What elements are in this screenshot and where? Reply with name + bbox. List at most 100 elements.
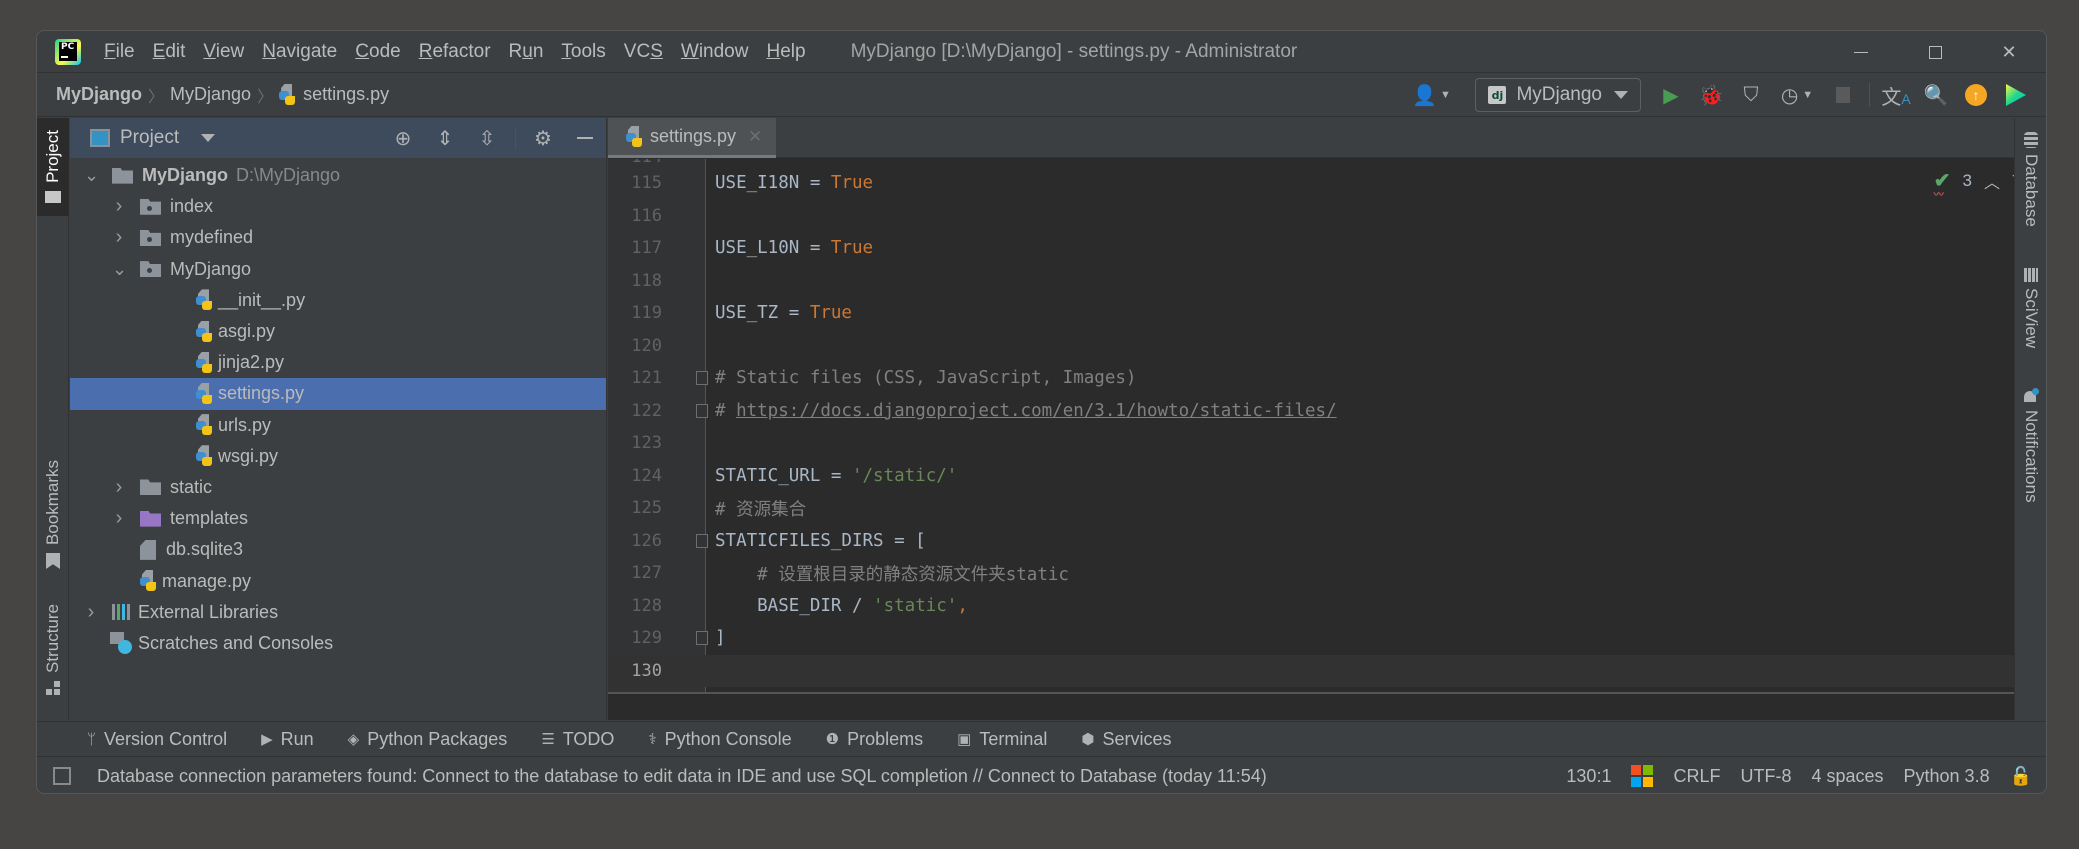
coverage-button[interactable]: ⛉ (1731, 77, 1771, 113)
tree-item[interactable]: wsgi.py (70, 441, 606, 472)
menu-file[interactable]: File (95, 41, 144, 63)
minimize-button[interactable] (1824, 31, 1898, 73)
code-link[interactable]: https://docs.djangoproject.com/en/3.1/ho… (736, 401, 1337, 421)
tool-tab-bookmarks[interactable]: Bookmarks (37, 460, 69, 590)
editor-tab-settings[interactable]: settings.py ✕ (608, 118, 776, 158)
line-number[interactable]: 123 (618, 433, 662, 453)
menu-run[interactable]: Run (500, 41, 553, 63)
tool-window-python-console[interactable]: ⚕ Python Console (648, 729, 791, 750)
file-encoding[interactable]: UTF-8 (1740, 766, 1791, 787)
debug-button[interactable]: 🐞 (1691, 77, 1731, 113)
stop-button[interactable] (1823, 77, 1863, 113)
tree-item[interactable]: __init__.py (70, 285, 606, 316)
line-number[interactable]: 129 (618, 628, 662, 648)
chevron-right-icon[interactable]: › (112, 226, 126, 249)
tree-item[interactable]: › index (70, 191, 606, 222)
expand-all-button[interactable]: ⇕ (424, 118, 466, 158)
menu-help[interactable]: Help (757, 41, 814, 63)
breadcrumb-file[interactable]: settings.py (303, 84, 389, 105)
tool-window-python-packages[interactable]: ◈ Python Packages (348, 729, 508, 750)
tool-tab-database[interactable]: Database (2015, 132, 2046, 227)
line-number[interactable]: 118 (618, 271, 662, 291)
maximize-button[interactable] (1898, 31, 1972, 73)
tree-item[interactable]: asgi.py (70, 316, 606, 347)
line-number[interactable]: 130 (618, 661, 662, 681)
search-everywhere-button[interactable]: 🔍 (1916, 77, 1956, 113)
chevron-right-icon[interactable]: › (112, 195, 126, 218)
tree-item[interactable]: › templates (70, 503, 606, 534)
chevron-right-icon[interactable]: › (112, 507, 126, 530)
line-number[interactable]: 124 (618, 466, 662, 486)
tool-window-version-control[interactable]: ᛘ Version Control (87, 729, 227, 750)
caret-position[interactable]: 130:1 (1566, 766, 1611, 787)
breadcrumb-package[interactable]: MyDjango (170, 84, 251, 105)
tool-window-terminal[interactable]: ▣ Terminal (957, 729, 1047, 750)
tool-window-run[interactable]: ▶ Run (261, 729, 314, 750)
tree-item[interactable]: manage.py (70, 565, 606, 596)
fold-marker-icon[interactable] (696, 533, 708, 548)
menu-view[interactable]: View (194, 41, 253, 63)
tool-tab-notifications[interactable]: Notifications (2015, 388, 2046, 503)
chevron-right-icon[interactable]: › (84, 601, 98, 624)
tree-item[interactable]: › mydefined (70, 222, 606, 253)
chevron-down-icon[interactable]: ⌄ (84, 165, 99, 186)
chevron-down-icon[interactable]: ⌄ (112, 259, 127, 280)
menu-code[interactable]: Code (346, 41, 409, 63)
tree-item[interactable]: urls.py (70, 410, 606, 441)
line-separator[interactable]: CRLF (1673, 766, 1720, 787)
menu-navigate[interactable]: Navigate (253, 41, 346, 63)
line-number[interactable]: 116 (618, 206, 662, 226)
indent-setting[interactable]: 4 spaces (1811, 766, 1883, 787)
panel-settings-button[interactable]: ⚙ (522, 118, 564, 158)
line-number[interactable]: 122 (618, 401, 662, 421)
line-number[interactable]: 128 (618, 596, 662, 616)
status-message[interactable]: Database connection parameters found: Co… (97, 766, 1267, 787)
tree-item[interactable]: settings.py (70, 378, 606, 410)
project-panel-title[interactable]: Project (120, 127, 179, 149)
tool-window-services[interactable]: ⬢ Services (1081, 729, 1171, 750)
close-window-button[interactable]: ✕ (1972, 31, 2046, 73)
tree-item[interactable]: › External Libraries (70, 597, 606, 628)
toggle-tool-windows-icon[interactable] (53, 767, 71, 785)
tool-window-problems[interactable]: ❶ Problems (826, 729, 923, 750)
menu-window[interactable]: Window (672, 41, 758, 63)
chevron-down-icon[interactable] (201, 134, 216, 142)
menu-edit[interactable]: Edit (144, 41, 195, 63)
fold-marker-icon[interactable] (696, 371, 708, 386)
unlock-icon[interactable]: 🔓 (2010, 766, 2032, 787)
tool-tab-structure[interactable]: Structure (37, 604, 69, 714)
menu-vcs[interactable]: VCS (615, 41, 672, 63)
close-tab-icon[interactable]: ✕ (748, 127, 762, 147)
line-number[interactable]: 121 (618, 368, 662, 388)
tool-window-todo[interactable]: ☰ TODO (541, 729, 614, 750)
line-number[interactable]: 125 (618, 498, 662, 518)
line-number[interactable]: 117 (618, 238, 662, 258)
line-number[interactable]: 120 (618, 336, 662, 356)
line-number[interactable]: 126 (618, 531, 662, 551)
toolbox-button[interactable] (1996, 77, 2036, 113)
translate-button[interactable]: 文A (1876, 77, 1916, 113)
tree-item[interactable]: › static (70, 472, 606, 503)
tool-tab-project[interactable]: Project (37, 118, 69, 216)
tree-item[interactable]: ⌄ MyDjango (70, 254, 606, 285)
run-button[interactable]: ▶ (1651, 77, 1691, 113)
line-number[interactable]: 115 (618, 173, 662, 193)
tree-item[interactable]: ⌄ MyDjango D:\MyDjango (70, 160, 606, 191)
line-number[interactable]: 127 (618, 563, 662, 583)
collapse-all-button[interactable]: ⇳ (466, 118, 508, 158)
fold-marker-icon[interactable] (696, 403, 708, 418)
select-opened-file-button[interactable]: ⊕ (382, 118, 424, 158)
tree-item[interactable]: db.sqlite3 (70, 534, 606, 565)
profile-button[interactable]: ◷ ▼ (1771, 77, 1823, 113)
tool-tab-sciview[interactable]: SciView (2015, 268, 2046, 348)
code-editor[interactable]: 114 115 USE_I18N = True 116 117 USE_L10N = T… (608, 159, 2046, 692)
run-configuration-select[interactable]: dj MyDjango (1475, 78, 1641, 112)
user-icon[interactable]: 👤 ▼ (1405, 77, 1457, 113)
hide-panel-button[interactable] (564, 118, 606, 158)
menu-tools[interactable]: Tools (552, 41, 614, 63)
python-interpreter[interactable]: Python 3.8 (1904, 766, 1990, 787)
tree-item[interactable]: Scratches and Consoles (70, 628, 606, 659)
windows-logo-icon[interactable] (1631, 765, 1654, 787)
menu-refactor[interactable]: Refactor (410, 41, 500, 63)
chevron-right-icon[interactable]: › (112, 476, 126, 499)
